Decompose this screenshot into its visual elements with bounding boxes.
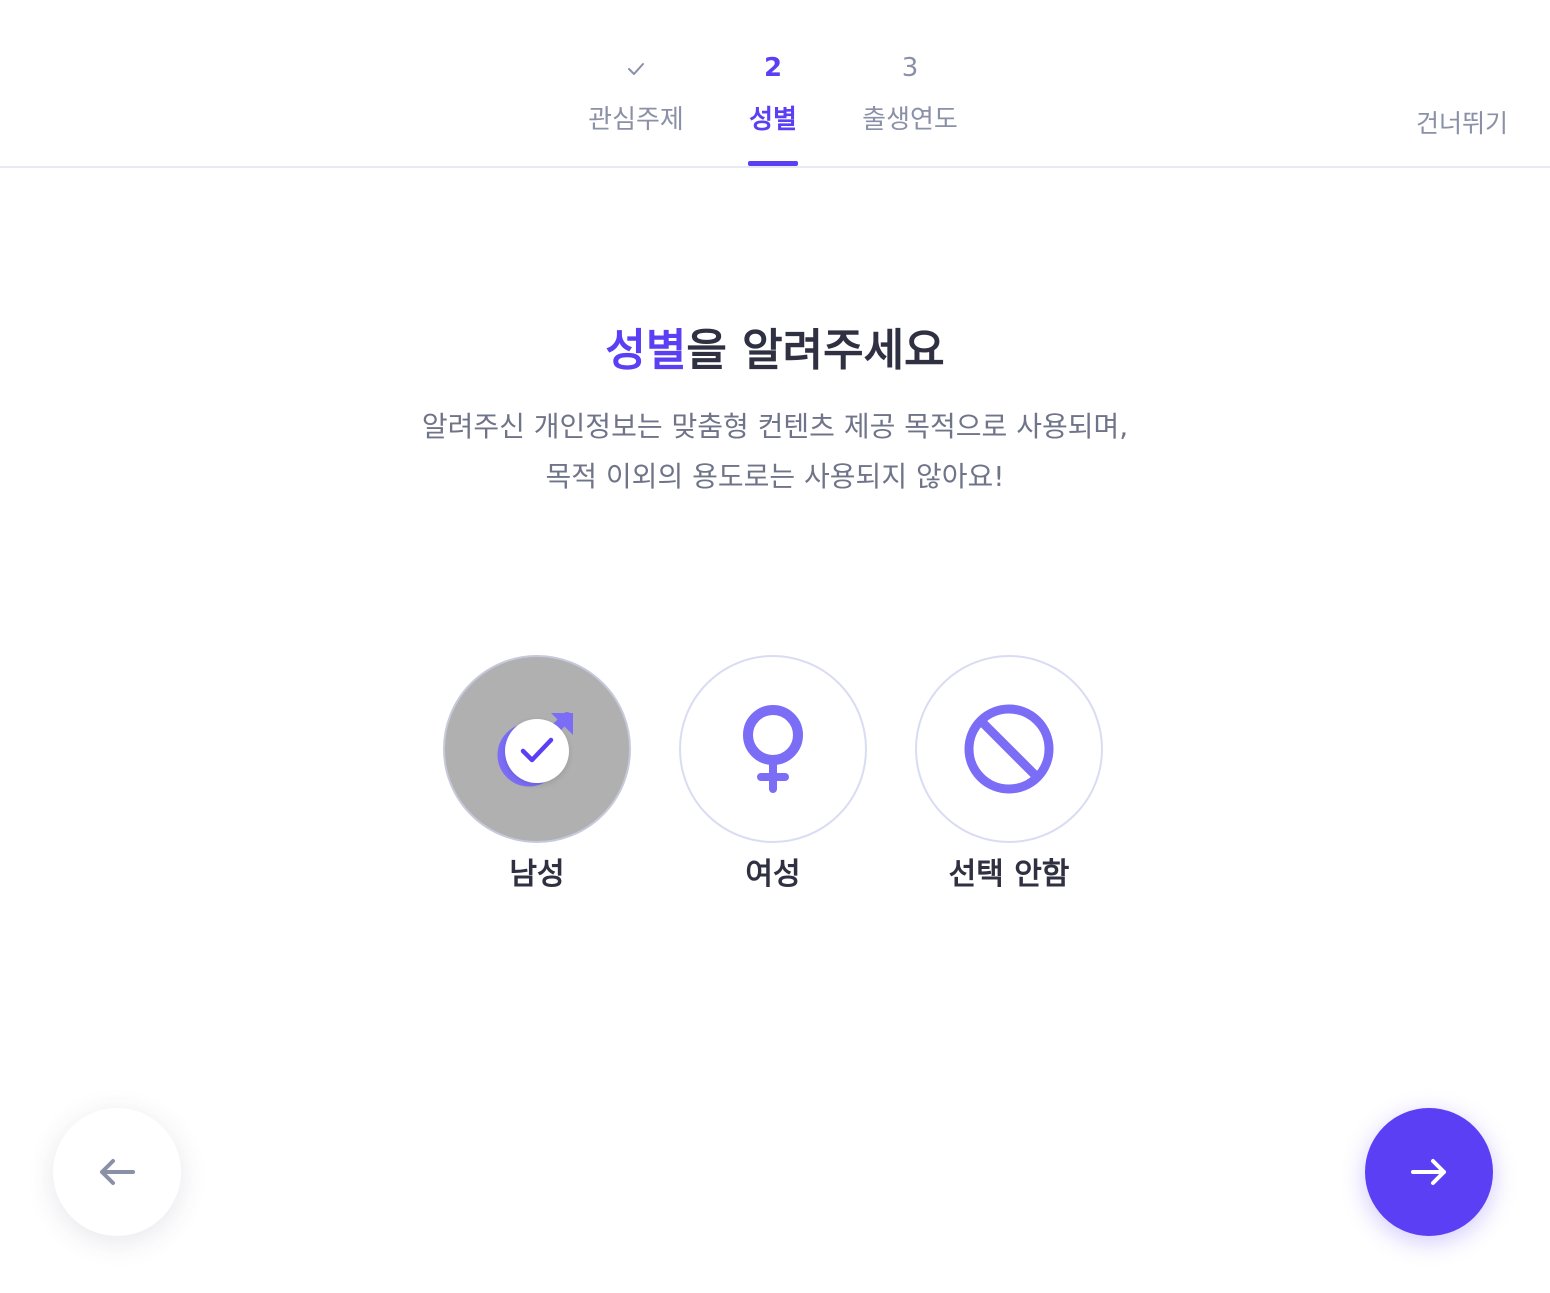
option-circle[interactable] bbox=[679, 655, 867, 843]
next-button[interactable] bbox=[1365, 1108, 1493, 1236]
option-no-selection[interactable]: 선택 안함 bbox=[915, 655, 1103, 895]
page-title: 성별을 알려주세요 bbox=[0, 318, 1550, 384]
arrow-right-icon bbox=[1411, 1159, 1446, 1185]
step-birth-year[interactable]: 3 출생연도 bbox=[852, 0, 968, 166]
step-number: 3 bbox=[901, 53, 919, 83]
subtitle-line: 알려주신 개인정보는 맞춤형 컨텐츠 제공 목적으로 사용되며, bbox=[421, 410, 1129, 443]
step-label: 관심주제 bbox=[588, 105, 684, 135]
option-label: 남성 bbox=[509, 857, 565, 892]
step-check-icon bbox=[578, 50, 694, 86]
gender-selection-page: 관심주제 2 성별 3 출생연도 건너뛰기 성별을 알려주세요 알려주신 개인정… bbox=[0, 0, 1550, 1293]
option-circle[interactable] bbox=[915, 655, 1103, 843]
arrow-left-icon bbox=[100, 1159, 135, 1185]
option-female[interactable]: 여성 bbox=[679, 655, 867, 895]
option-male[interactable]: 남성 bbox=[443, 655, 631, 895]
step-label: 출생연도 bbox=[862, 105, 958, 135]
option-label: 선택 안함 bbox=[948, 857, 1070, 892]
back-button[interactable] bbox=[53, 1108, 181, 1236]
title-rest: 을 알려주세요 bbox=[686, 325, 945, 376]
option-label: 여성 bbox=[745, 857, 801, 892]
selected-check-badge bbox=[505, 719, 569, 783]
title-accent: 성별 bbox=[605, 325, 687, 376]
step-interests[interactable]: 관심주제 bbox=[578, 0, 694, 166]
check-icon bbox=[520, 737, 554, 763]
active-step-indicator bbox=[748, 161, 798, 166]
step-label: 성별 bbox=[749, 105, 797, 135]
stepper-header: 관심주제 2 성별 3 출생연도 건너뛰기 bbox=[0, 0, 1550, 168]
female-symbol-icon bbox=[743, 705, 803, 793]
prohibited-icon bbox=[964, 704, 1054, 794]
option-circle[interactable] bbox=[443, 655, 631, 843]
step-gender[interactable]: 2 성별 bbox=[748, 0, 798, 166]
page-subtitle: 알려주신 개인정보는 맞춤형 컨텐츠 제공 목적으로 사용되며, 목적 이외의 … bbox=[0, 402, 1550, 502]
step-number: 2 bbox=[763, 53, 783, 83]
skip-button[interactable]: 건너뛰기 bbox=[1416, 104, 1508, 144]
subtitle-line: 목적 이외의 용도로는 사용되지 않아요! bbox=[545, 460, 1005, 493]
